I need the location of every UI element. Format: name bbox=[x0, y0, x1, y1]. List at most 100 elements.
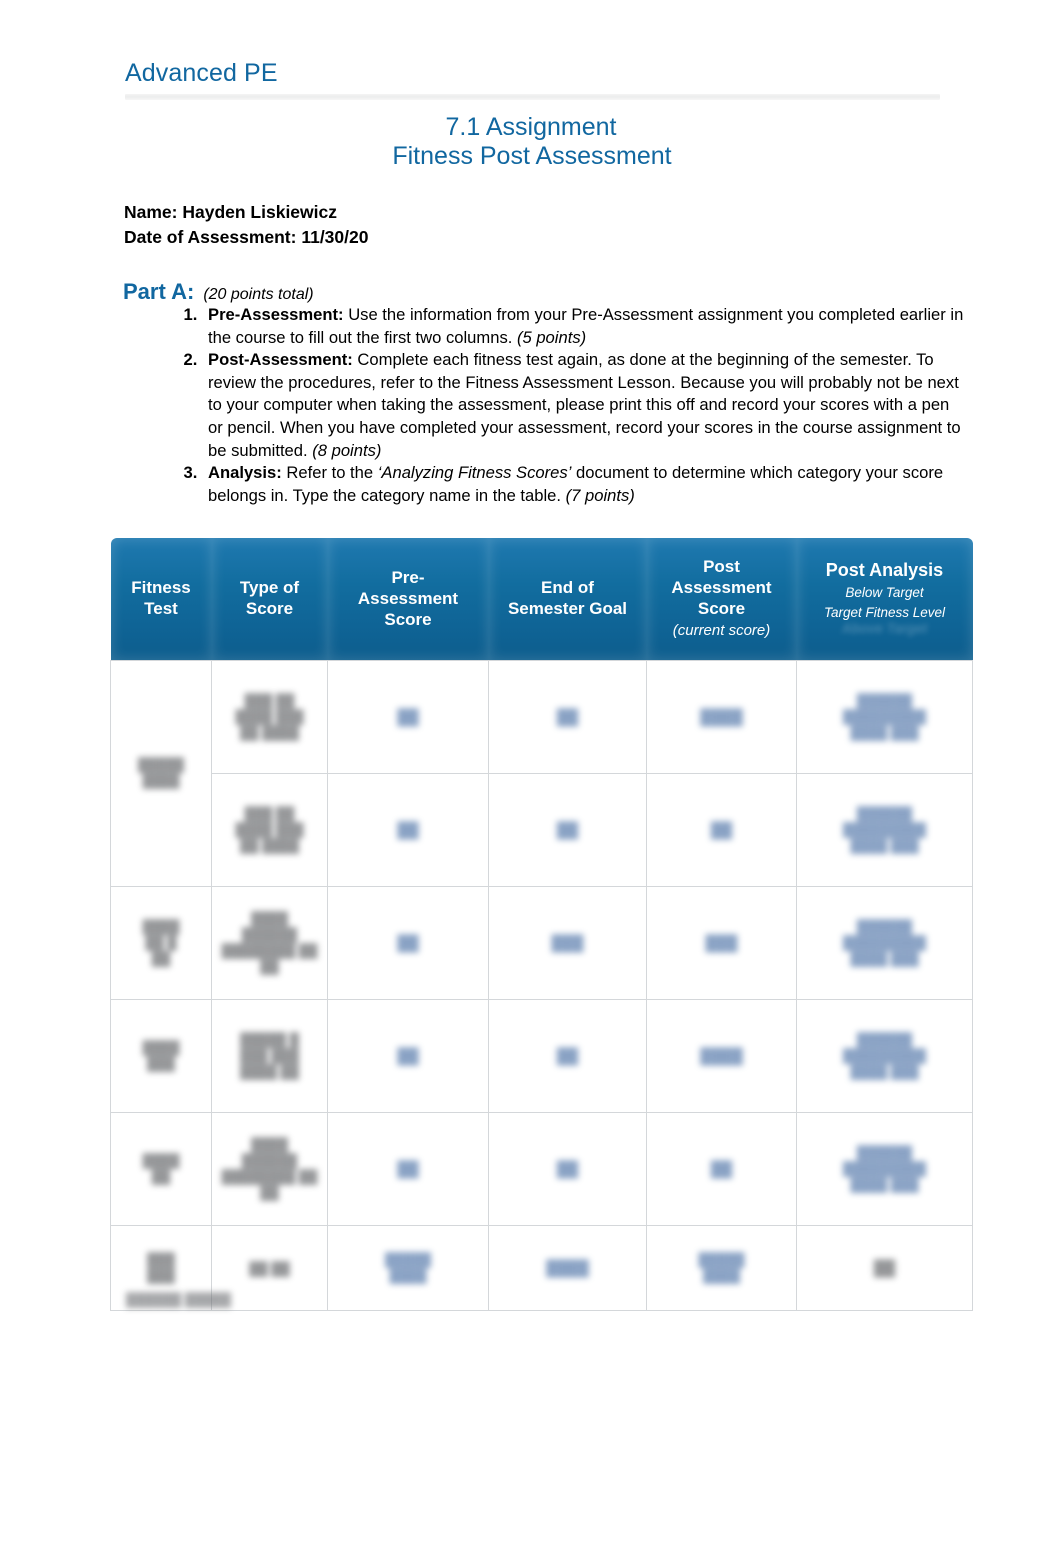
cell-post-assessment-score: ██ bbox=[646, 773, 797, 887]
student-name-line: Name: Hayden Liskiewicz bbox=[124, 202, 337, 222]
cell-value: ██ bbox=[556, 821, 579, 839]
cell-post-analysis: ██████ █████████ ████ ███ bbox=[796, 999, 973, 1113]
instructions-list: Pre-Assessment: Use the information from… bbox=[168, 304, 968, 507]
cell-end-of-semester-goal: ██ bbox=[488, 1112, 647, 1226]
table-row: █████ ████ ███ ██ ████ ███ ██ ████ ██ ██… bbox=[110, 660, 973, 887]
instruction-points: (7 points) bbox=[565, 485, 635, 505]
cell-post-assessment-score: ██ bbox=[646, 1112, 797, 1226]
col-header-post-assessment-score-label: Post Assessment Score bbox=[671, 557, 772, 618]
part-a-points: (20 points total) bbox=[203, 286, 314, 303]
col-header-type-of-score-label: Type of Score bbox=[239, 578, 300, 618]
cell-value: █████ ████ bbox=[137, 757, 185, 788]
cell-value: ████ bbox=[700, 708, 743, 726]
col-header-post-analysis: Post Analysis Below Target Target Fitnes… bbox=[796, 538, 973, 661]
document-page: Advanced PE 7.1 Assignment Fitness Post … bbox=[0, 0, 1062, 1556]
cell-value: ██ bbox=[556, 1047, 579, 1065]
table-row: ████ ██ ████ ██████ ████████ ██ ██ ██ ██… bbox=[110, 1112, 973, 1226]
cell-end-of-semester-goal: ██ bbox=[488, 773, 647, 887]
col-header-end-of-semester-goal-label: End of Semester Goal bbox=[507, 578, 628, 618]
col-header-type-of-score: Type of Score bbox=[211, 538, 328, 661]
cell-value: ██████ █████████ ████ ███ bbox=[843, 692, 926, 740]
cell-value: █████ ████ bbox=[384, 1251, 432, 1283]
cell-pre-assessment-score: ██ bbox=[327, 660, 489, 774]
cell-value: █████ █ ███ ███ ████ ██ bbox=[240, 1031, 299, 1079]
col-header-end-of-semester-goal: End of Semester Goal bbox=[488, 538, 647, 661]
table-row: ████ ███ █████ █ ███ ███ ████ ██ ██ ██ █… bbox=[110, 999, 973, 1113]
cell-post-analysis: ██████ █████████ ████ ███ bbox=[796, 773, 973, 887]
cell-value: ███ ██ ████ ███ ██ ████ bbox=[235, 805, 304, 853]
cell-type-of-score: ████ ██████ ████████ ██ ██ bbox=[211, 1112, 328, 1226]
col-header-pre-assessment-score-label: Pre- Assessment Score bbox=[357, 567, 459, 629]
cell-fitness-test: ████ ██ bbox=[110, 1112, 212, 1226]
cell-value: ██ bbox=[873, 1259, 896, 1277]
cell-value: █████ ████ bbox=[698, 1251, 745, 1283]
part-a-label: Part A: bbox=[123, 279, 195, 304]
instruction-quoted-document: ‘Analyzing Fitness Scores’ bbox=[377, 463, 572, 483]
cell-pre-assessment-score: █████ ████ bbox=[327, 1225, 489, 1311]
col-header-post-analysis-target-level: Target Fitness Level bbox=[823, 605, 946, 620]
cell-post-assessment-score: █████ ████ bbox=[646, 1225, 797, 1311]
cell-fitness-test: █████ ████ bbox=[110, 660, 212, 887]
cell-value: ████ ███ bbox=[142, 1039, 180, 1071]
cell-value: ████ bbox=[700, 1047, 743, 1065]
cell-value: ████ bbox=[546, 1259, 589, 1277]
cell-value: ██ ██ bbox=[249, 1260, 290, 1276]
cell-type-of-score: █████ █ ███ ███ ████ ██ bbox=[211, 999, 328, 1113]
cell-end-of-semester-goal: ████ bbox=[488, 1225, 647, 1311]
col-header-post-analysis-above-target: Above Target bbox=[841, 621, 928, 636]
cell-value: ███ ███ bbox=[147, 1251, 175, 1283]
col-header-fitness-test-label: Fitness Test bbox=[131, 578, 191, 618]
col-header-post-analysis-title: Post Analysis bbox=[825, 560, 944, 580]
instruction-item-pre-assessment: Pre-Assessment: Use the information from… bbox=[202, 304, 968, 349]
fitness-assessment-table-wrap: Fitness Test Type of Score Pre- Assessme… bbox=[110, 538, 973, 1311]
cell-post-assessment-score: ███ bbox=[646, 886, 797, 1000]
assignment-title: Fitness Post Assessment bbox=[392, 142, 672, 170]
instruction-item-post-assessment: Post-Assessment: Complete each fitness t… bbox=[202, 349, 968, 462]
instruction-lead: Post-Assessment: bbox=[208, 350, 353, 370]
cell-fitness-test: ████ ███ bbox=[110, 999, 212, 1113]
instruction-points: (8 points) bbox=[312, 440, 382, 460]
cell-post-analysis: ██████ █████████ ████ ███ bbox=[796, 1112, 973, 1226]
assignment-number: 7.1 Assignment bbox=[445, 113, 617, 141]
cell-pre-assessment-score: ██ bbox=[327, 1112, 489, 1226]
cell-value: ████ ██████ ████████ ██ ██ bbox=[221, 910, 318, 974]
cell-end-of-semester-goal: ███ bbox=[488, 886, 647, 1000]
col-header-pre-assessment-score: Pre- Assessment Score bbox=[327, 538, 489, 661]
cell-value: ██████ █████████ ████ ███ bbox=[843, 1031, 926, 1079]
cell-value: ██████ █████████ ████ ███ bbox=[843, 918, 926, 966]
cell-pre-assessment-score: ██ bbox=[327, 773, 489, 887]
cell-value: ████ ██████ ████████ ██ ██ bbox=[221, 1136, 318, 1200]
identity-block: Name: Hayden Liskiewicz Date of Assessme… bbox=[124, 200, 368, 250]
col-header-post-assessment-score: Post Assessment Score (current score) bbox=[646, 538, 797, 661]
header-divider bbox=[125, 94, 940, 100]
cell-pre-assessment-score: ██ bbox=[327, 886, 489, 1000]
page-title: 7.1 Assignment Fitness Post Assessment bbox=[0, 113, 1062, 171]
col-header-post-assessment-note: (current score) bbox=[672, 622, 771, 639]
instruction-item-analysis: Analysis: Refer to the ‘Analyzing Fitnes… bbox=[202, 462, 968, 507]
cell-value: ██ bbox=[397, 708, 419, 726]
running-header: Advanced PE bbox=[125, 58, 940, 88]
table-body: █████ ████ ███ ██ ████ ███ ██ ████ ██ ██… bbox=[110, 660, 973, 1311]
table-row: ████ ██ █ ██ ████ ██████ ████████ ██ ██ … bbox=[110, 886, 973, 1000]
cell-post-analysis: ██████ █████████ ████ ███ bbox=[796, 886, 973, 1000]
cell-value: ██ bbox=[556, 1160, 579, 1178]
cell-post-analysis: ██████ █████████ ████ ███ bbox=[796, 660, 973, 774]
cell-value: ███ bbox=[705, 934, 738, 952]
cell-pre-assessment-score: ██ bbox=[327, 999, 489, 1113]
cell-value: ██ bbox=[397, 1160, 419, 1178]
cell-value: ██ bbox=[397, 821, 419, 839]
cell-post-assessment-score: ████ bbox=[646, 999, 797, 1113]
assessment-date-line: Date of Assessment: 11/30/20 bbox=[124, 227, 369, 247]
table-header-row: Fitness Test Type of Score Pre- Assessme… bbox=[110, 538, 973, 661]
cell-value: ███ bbox=[551, 934, 584, 952]
cell-value: ██ bbox=[397, 934, 419, 952]
col-header-post-analysis-below-target: Below Target bbox=[845, 585, 924, 600]
instruction-points: (5 points) bbox=[516, 327, 587, 347]
cell-value: ████ ██ bbox=[142, 1152, 180, 1184]
table-header-row-group: Fitness Test Type of Score Pre- Assessme… bbox=[110, 538, 973, 661]
table-row: ███ ██ ████ ███ ██ ████ ██ ██ ██ ██████ … bbox=[111, 773, 973, 887]
cell-value: ██ bbox=[397, 1047, 419, 1065]
fitness-assessment-table: Fitness Test Type of Score Pre- Assessme… bbox=[110, 538, 973, 1311]
cell-value: ██ bbox=[710, 821, 733, 839]
col-header-fitness-test: Fitness Test bbox=[110, 538, 212, 661]
